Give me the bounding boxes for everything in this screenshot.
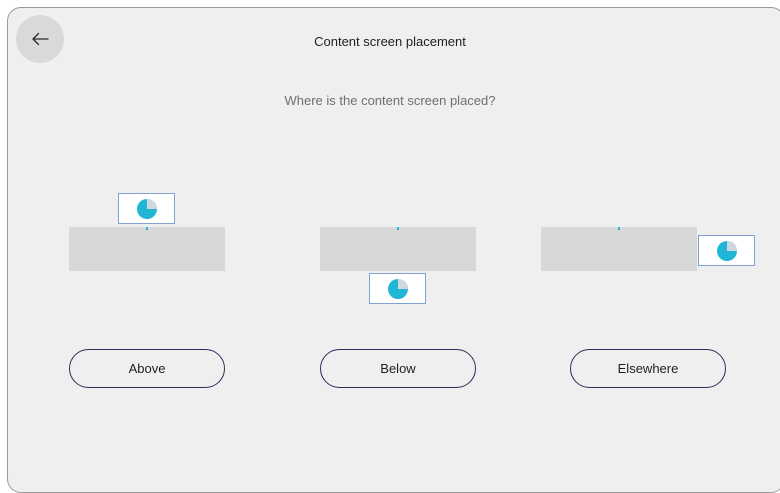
elsewhere-button[interactable]: Elsewhere xyxy=(570,349,726,388)
camera-indicator xyxy=(618,227,620,230)
page-title: Content screen placement xyxy=(314,34,466,49)
content-screen-illustration xyxy=(369,273,426,304)
camera-indicator xyxy=(146,227,148,230)
pie-chart-icon xyxy=(136,198,157,219)
above-button[interactable]: Above xyxy=(69,349,225,388)
main-screen-illustration xyxy=(541,227,697,271)
question-text: Where is the content screen placed? xyxy=(284,93,496,108)
pie-chart-icon xyxy=(716,240,737,261)
camera-indicator xyxy=(397,227,399,230)
below-button[interactable]: Below xyxy=(320,349,476,388)
content-screen-illustration xyxy=(118,193,175,224)
main-screen-illustration xyxy=(320,227,476,271)
content-screen-illustration xyxy=(698,235,755,266)
main-screen-illustration xyxy=(69,227,225,271)
pie-chart-icon xyxy=(387,278,408,299)
